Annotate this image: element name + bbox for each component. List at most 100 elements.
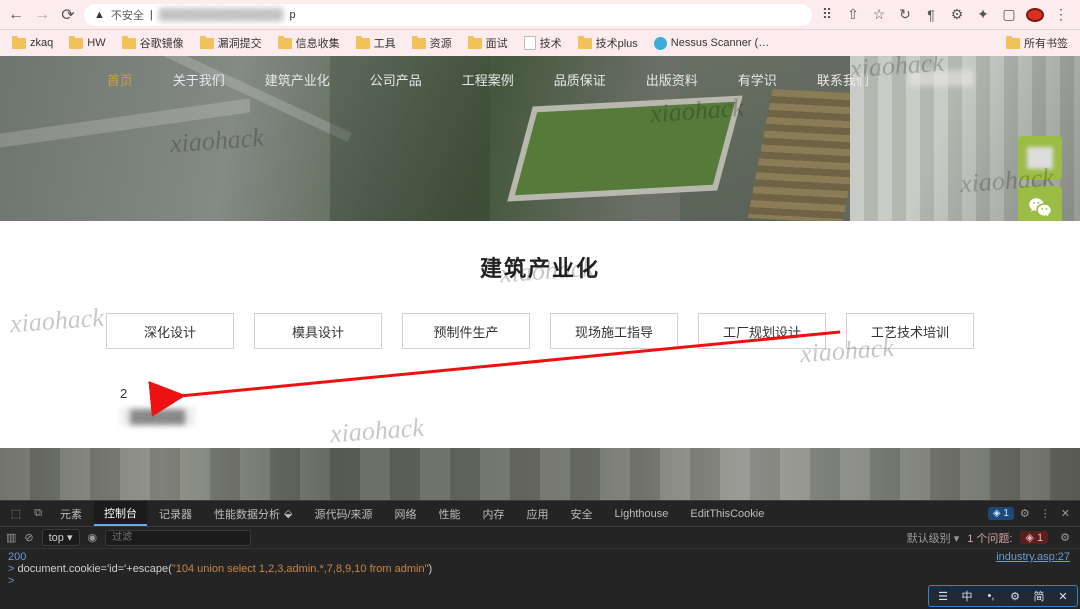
ime-close-icon[interactable]: ✕ <box>1055 590 1071 603</box>
devtools-panel: ⬚ ⧉ 元素 控制台 记录器 性能数据分析⬙ 源代码/来源 网络 性能 内存 应… <box>0 500 1080 609</box>
page-lower-image <box>0 448 1080 500</box>
bookmark-item[interactable]: HW <box>63 35 111 51</box>
inspect-icon[interactable]: ⬚ <box>6 507 26 520</box>
tab-performance[interactable]: 性能 <box>429 501 471 526</box>
tab-card[interactable]: 模具设计 <box>254 313 382 349</box>
tab-network[interactable]: 网络 <box>385 501 427 526</box>
ime-menu-icon[interactable]: ☰ <box>935 590 951 603</box>
url-tail: p <box>289 9 295 21</box>
translate-icon[interactable]: ⠿ <box>818 6 836 23</box>
console-filter-input[interactable] <box>105 530 251 546</box>
clear-console-icon[interactable]: ⊘ <box>24 531 33 544</box>
tab-console[interactable]: 控制台 <box>94 501 147 526</box>
folder-icon <box>356 38 370 49</box>
source-link[interactable]: industry.asp:27 <box>996 551 1070 563</box>
issues-badge-small[interactable]: ◈ 1 <box>1020 531 1048 544</box>
tab-card[interactable]: 工厂规划设计 <box>698 313 826 349</box>
bookmark-item[interactable]: 资源 <box>406 33 458 53</box>
nav-contact[interactable]: 联系我们 <box>811 66 875 93</box>
record-icon[interactable] <box>1026 8 1044 22</box>
ime-punct[interactable]: •, <box>983 590 999 602</box>
url-hidden: ████████████████ <box>159 9 284 21</box>
issues-count[interactable]: 1 个问题: <box>967 530 1012 546</box>
bookmark-item[interactable]: 信息收集 <box>272 33 346 53</box>
nav-knowledge[interactable]: 有学识 <box>732 66 783 93</box>
tab-editthiscookie[interactable]: EditThisCookie <box>680 501 774 526</box>
all-bookmarks[interactable]: 所有书签 <box>1000 33 1074 53</box>
ime-settings-icon[interactable]: ⚙ <box>1007 590 1023 603</box>
wechat-icon <box>1027 195 1053 221</box>
log-level-selector[interactable]: 默认级别 ▾ <box>907 530 960 546</box>
tab-card[interactable]: 现场施工指导 <box>550 313 678 349</box>
page-viewport: 首页 关于我们 建筑产业化 公司产品 工程案例 品质保证 出版资料 有学识 联系… <box>0 56 1080 448</box>
tab-sources[interactable]: 源代码/来源 <box>304 501 382 526</box>
tab-card[interactable]: 深化设计 <box>106 313 234 349</box>
injection-line1: 2 <box>120 386 195 401</box>
tab-application[interactable]: 应用 <box>517 501 559 526</box>
not-secure-label: 不安全 <box>111 7 144 23</box>
tab-row: 深化设计 模具设计 预制件生产 现场施工指导 工厂规划设计 工艺技术培训 <box>0 313 1080 349</box>
live-expr-icon[interactable]: ◉ <box>88 531 98 544</box>
settings-icon[interactable]: ⚙ <box>1016 507 1034 520</box>
tab-performance-insights[interactable]: 性能数据分析⬙ <box>204 501 302 526</box>
bookmarks-bar: zkaq HW 谷歌镜像 漏洞提交 信息收集 工具 资源 面试 技术 技术plu… <box>0 30 1080 56</box>
tab-recorder[interactable]: 记录器 <box>149 501 202 526</box>
issues-badge[interactable]: ◈ 1 <box>988 507 1014 520</box>
bookmark-item[interactable]: 面试 <box>462 33 514 53</box>
bookmark-item[interactable]: 技术 <box>518 33 568 53</box>
menu-icon[interactable]: ⋮ <box>1052 6 1070 23</box>
content-section: 建筑产业化 深化设计 模具设计 预制件生产 现场施工指导 工厂规划设计 工艺技术… <box>0 221 1080 448</box>
nav-home[interactable]: 首页 <box>101 66 139 93</box>
nav-industry[interactable]: 建筑产业化 <box>259 66 336 93</box>
security-warning-icon: ▲ <box>94 9 105 21</box>
ime-lang[interactable]: 中 <box>959 588 975 604</box>
tab-card[interactable]: 工艺技术培训 <box>846 313 974 349</box>
console-output[interactable]: industry.asp:27 200 > document.cookie='i… <box>0 549 1080 609</box>
tab-lighthouse[interactable]: Lighthouse <box>605 501 679 526</box>
bookmark-item[interactable]: 漏洞提交 <box>194 33 268 53</box>
window-icon[interactable]: ▢ <box>1000 6 1018 23</box>
nav-hidden[interactable]: ███████ <box>903 66 979 93</box>
forward-button[interactable]: → <box>32 5 52 25</box>
device-toggle-icon[interactable]: ⧉ <box>28 507 48 520</box>
favorite-icon[interactable]: ☆ <box>870 6 888 23</box>
context-selector[interactable]: top ▾ <box>42 529 80 546</box>
folder-icon <box>468 38 482 49</box>
more-icon[interactable]: ⋮ <box>1036 507 1055 520</box>
float-widget-top[interactable] <box>1018 136 1062 180</box>
ime-toolbar[interactable]: ☰ 中 •, ⚙ 简 ✕ <box>928 585 1078 607</box>
bookmark-item[interactable]: zkaq <box>6 35 59 51</box>
code-line: > document.cookie='id='+escape("104 unio… <box>8 563 1072 575</box>
browser-address-bar: ← → ⟳ ▲ 不安全 | ████████████████ p ⠿ ⇧ ☆ ↻… <box>0 0 1080 30</box>
para-icon[interactable]: ¶ <box>922 7 940 23</box>
tab-card[interactable]: 预制件生产 <box>402 313 530 349</box>
reload-button[interactable]: ⟳ <box>58 5 78 25</box>
nav-cases[interactable]: 工程案例 <box>456 66 520 93</box>
bookmark-item[interactable]: 技术plus <box>572 33 644 53</box>
nav-about[interactable]: 关于我们 <box>167 66 231 93</box>
nav-products[interactable]: 公司产品 <box>364 66 428 93</box>
globe-icon[interactable]: ⚙ <box>948 6 966 23</box>
address-field[interactable]: ▲ 不安全 | ████████████████ p <box>84 4 812 26</box>
injection-result: 2 ██████ <box>120 386 195 426</box>
bookmark-nessus[interactable]: Nessus Scanner (… <box>648 35 775 52</box>
back-button[interactable]: ← <box>6 5 26 25</box>
close-devtools-icon[interactable]: ✕ <box>1057 507 1074 520</box>
folder-icon <box>578 38 592 49</box>
sidebar-toggle-icon[interactable]: ▥ <box>6 531 16 544</box>
nav-publications[interactable]: 出版资料 <box>640 66 704 93</box>
console-prompt[interactable]: > <box>8 575 14 587</box>
nav-quality[interactable]: 品质保证 <box>548 66 612 93</box>
console-settings-icon[interactable]: ⚙ <box>1056 531 1074 544</box>
folder-icon <box>69 38 83 49</box>
bookmark-item[interactable]: 工具 <box>350 33 402 53</box>
ime-simplified[interactable]: 简 <box>1031 588 1047 604</box>
sync-icon[interactable]: ↻ <box>896 6 914 23</box>
share-icon[interactable]: ⇧ <box>844 6 862 23</box>
tab-memory[interactable]: 内存 <box>473 501 515 526</box>
tab-security[interactable]: 安全 <box>561 501 603 526</box>
doc-icon <box>524 36 536 50</box>
extensions-icon[interactable]: ✦ <box>974 6 992 23</box>
bookmark-item[interactable]: 谷歌镜像 <box>116 33 190 53</box>
tab-elements[interactable]: 元素 <box>50 501 92 526</box>
